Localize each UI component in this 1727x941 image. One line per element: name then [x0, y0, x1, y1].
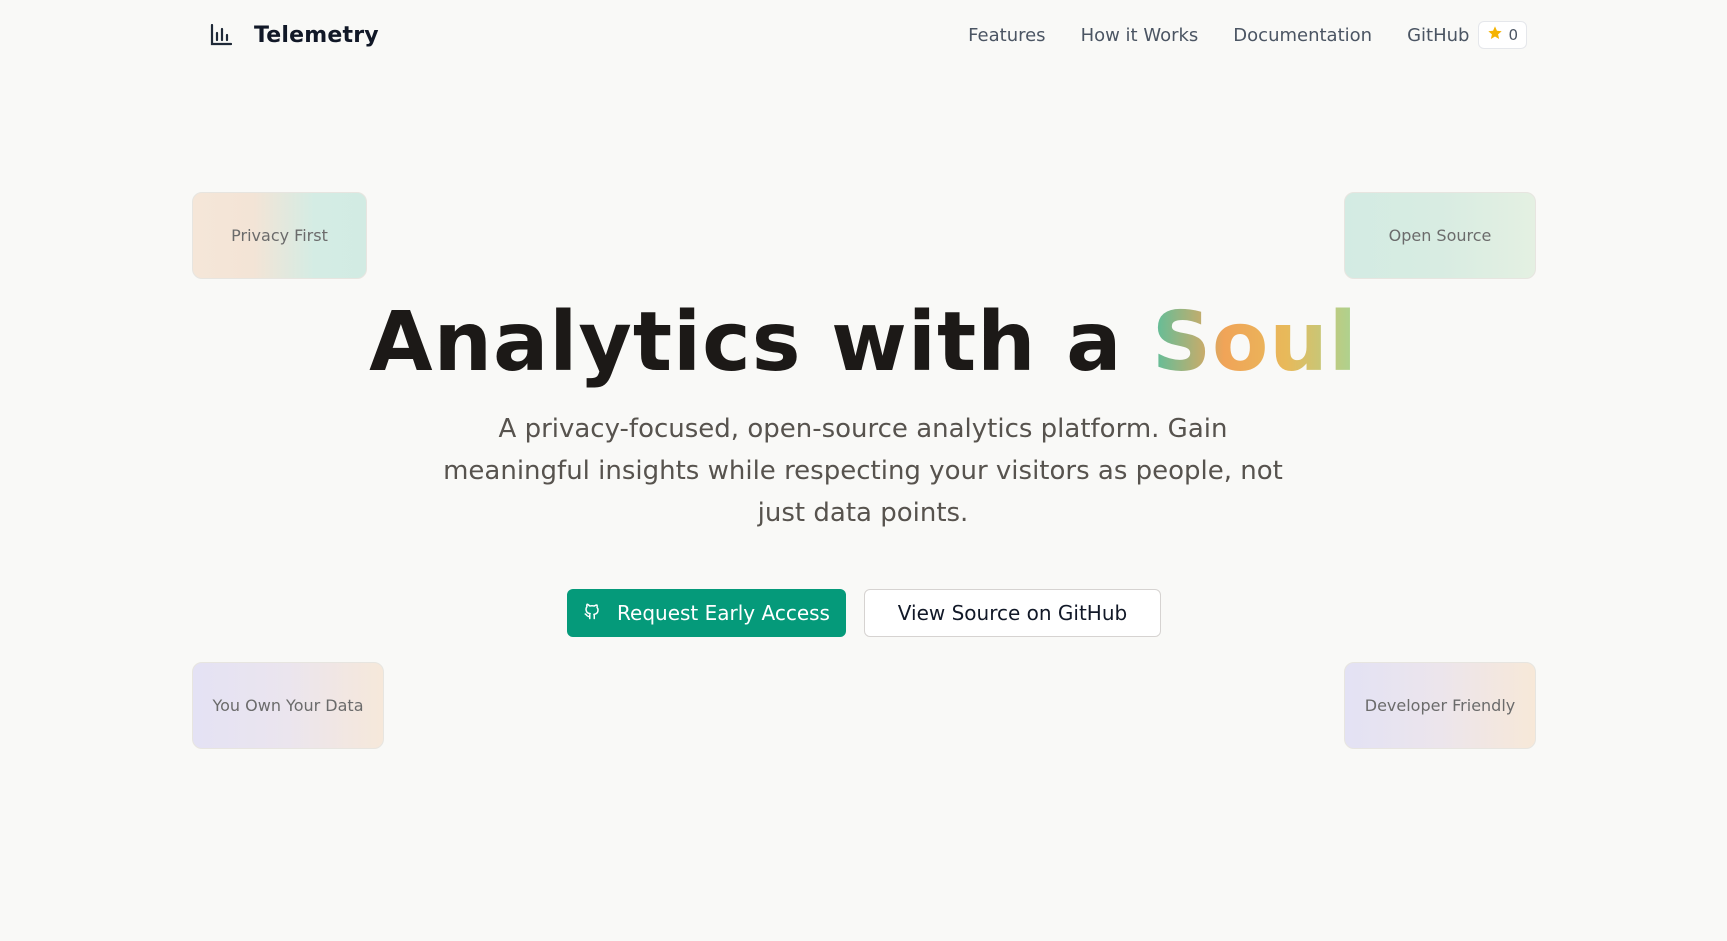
- star-icon: [1487, 25, 1503, 45]
- brand-name: Telemetry: [254, 22, 379, 48]
- github-stars-badge[interactable]: 0: [1478, 21, 1527, 49]
- feature-card-open-source: Open Source: [1344, 192, 1536, 279]
- nav-link-github[interactable]: GitHub: [1407, 25, 1469, 46]
- request-early-access-label: Request Early Access: [617, 601, 830, 625]
- github-stars-count: 0: [1508, 26, 1518, 44]
- feature-card-label: Privacy First: [231, 226, 328, 245]
- feature-card-label: You Own Your Data: [212, 696, 364, 715]
- feature-card-label: Open Source: [1388, 226, 1492, 245]
- site-header: Telemetry Features How it Works Document…: [0, 0, 1727, 70]
- main-nav: Features How it Works Documentation GitH…: [968, 20, 1527, 50]
- feature-card-privacy-first: Privacy First: [192, 192, 367, 279]
- nav-link-features[interactable]: Features: [968, 25, 1045, 46]
- hero-subtitle: A privacy-focused, open-source analytics…: [443, 414, 1283, 528]
- landing-page: Telemetry Features How it Works Document…: [0, 0, 1727, 941]
- hero-title-accent: Soul: [1151, 295, 1358, 390]
- bar-chart-icon: [208, 22, 234, 48]
- brand[interactable]: Telemetry: [208, 18, 379, 52]
- view-source-label: View Source on GitHub: [897, 601, 1128, 625]
- hero-title-main: Analytics with a: [369, 295, 1152, 390]
- nav-link-documentation[interactable]: Documentation: [1233, 25, 1372, 46]
- hero-title: Analytics with a Soul: [0, 290, 1727, 395]
- feature-card-developer-friendly: Developer Friendly: [1344, 662, 1536, 749]
- request-early-access-button[interactable]: Request Early Access: [567, 589, 846, 637]
- nav-link-how-it-works[interactable]: How it Works: [1081, 25, 1199, 46]
- github-icon: [583, 601, 601, 625]
- feature-card-own-your-data: You Own Your Data: [192, 662, 384, 749]
- feature-card-label: Developer Friendly: [1364, 696, 1516, 715]
- view-source-github-button[interactable]: View Source on GitHub: [864, 589, 1161, 637]
